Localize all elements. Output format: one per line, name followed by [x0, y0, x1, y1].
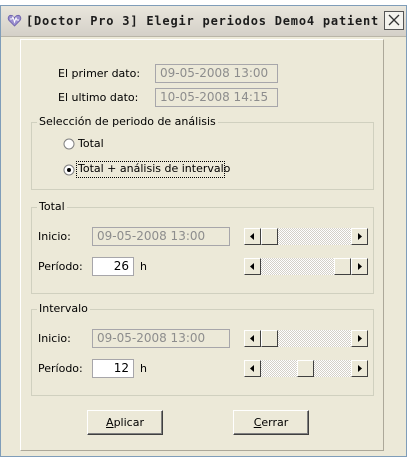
close-button-label: errar: [261, 416, 289, 429]
interval-group-title: Intervalo: [37, 302, 90, 315]
apply-accel: A: [106, 416, 114, 429]
interval-period-field[interactable]: 12: [92, 359, 134, 378]
total-period-right-arrow[interactable]: [351, 258, 368, 275]
first-data-field: 09-05-2008 13:00: [155, 64, 278, 83]
radio-total-interval[interactable]: [63, 164, 75, 176]
total-start-right-arrow[interactable]: [351, 228, 368, 245]
last-data-label: El ultimo dato:: [58, 91, 139, 104]
total-period-scrollbar[interactable]: [244, 258, 368, 275]
title-bar[interactable]: [Doctor Pro 3] Elegir periodos Demo4 pat…: [1, 6, 406, 37]
interval-period-thumb[interactable]: [297, 360, 314, 377]
interval-start-right-arrow[interactable]: [351, 330, 368, 347]
total-period-unit: h: [140, 260, 147, 273]
analysis-period-group-title: Selección de periodo de análisis: [37, 115, 218, 128]
close-icon: [388, 14, 400, 26]
arrow-left-icon: [250, 233, 254, 240]
arrow-right-icon: [358, 233, 362, 240]
total-start-label: Inicio:: [38, 230, 71, 243]
arrow-right-icon: [358, 335, 362, 342]
close-window-button[interactable]: [384, 11, 404, 30]
total-period-label: Período:: [38, 260, 83, 273]
first-data-label: El primer dato:: [58, 67, 141, 80]
arrow-left-icon: [250, 365, 254, 372]
app-heart-icon: [7, 14, 22, 27]
interval-start-label: Inicio:: [38, 332, 71, 345]
total-start-field: 09-05-2008 13:00: [92, 227, 230, 246]
interval-start-field: 09-05-2008 13:00: [92, 329, 230, 348]
last-data-field: 10-05-2008 14:15: [155, 88, 278, 107]
interval-start-thumb[interactable]: [261, 330, 278, 347]
interval-period-label: Período:: [38, 362, 83, 375]
analysis-period-group: Selección de periodo de análisis Total T…: [31, 115, 374, 190]
interval-start-left-arrow[interactable]: [244, 330, 261, 347]
main-panel: El primer dato: 09-05-2008 13:00 El ulti…: [20, 39, 384, 451]
total-group-title: Total: [37, 200, 67, 213]
total-start-thumb[interactable]: [261, 228, 278, 245]
arrow-left-icon: [250, 335, 254, 342]
arrow-left-icon: [250, 263, 254, 270]
total-start-left-arrow[interactable]: [244, 228, 261, 245]
interval-period-left-arrow[interactable]: [244, 360, 261, 377]
apply-button[interactable]: Aplicar: [87, 410, 163, 435]
total-period-left-arrow[interactable]: [244, 258, 261, 275]
total-group: Total Inicio: 09-05-2008 13:00 Período: …: [31, 200, 374, 294]
apply-button-label: plicar: [113, 416, 144, 429]
dialog-window: [Doctor Pro 3] Elegir periodos Demo4 pat…: [0, 5, 407, 457]
total-start-scrollbar[interactable]: [244, 228, 368, 245]
arrow-right-icon: [358, 263, 362, 270]
radio-total[interactable]: [63, 138, 75, 150]
radio-total-label[interactable]: Total: [78, 137, 104, 150]
interval-period-right-arrow[interactable]: [351, 360, 368, 377]
interval-period-scrollbar[interactable]: [244, 360, 368, 377]
total-period-thumb[interactable]: [334, 258, 351, 275]
radio-total-interval-label[interactable]: Total + análisis de intervalo: [78, 162, 230, 175]
close-accel: C: [253, 416, 262, 429]
window-title: [Doctor Pro 3] Elegir periodos Demo4 pat…: [26, 14, 380, 28]
total-period-field[interactable]: 26: [92, 257, 134, 276]
close-button[interactable]: Cerrar: [233, 410, 309, 435]
interval-group: Intervalo Inicio: 09-05-2008 13:00 Perío…: [31, 302, 374, 396]
interval-period-unit: h: [140, 362, 147, 375]
arrow-right-icon: [358, 365, 362, 372]
interval-start-scrollbar[interactable]: [244, 330, 368, 347]
